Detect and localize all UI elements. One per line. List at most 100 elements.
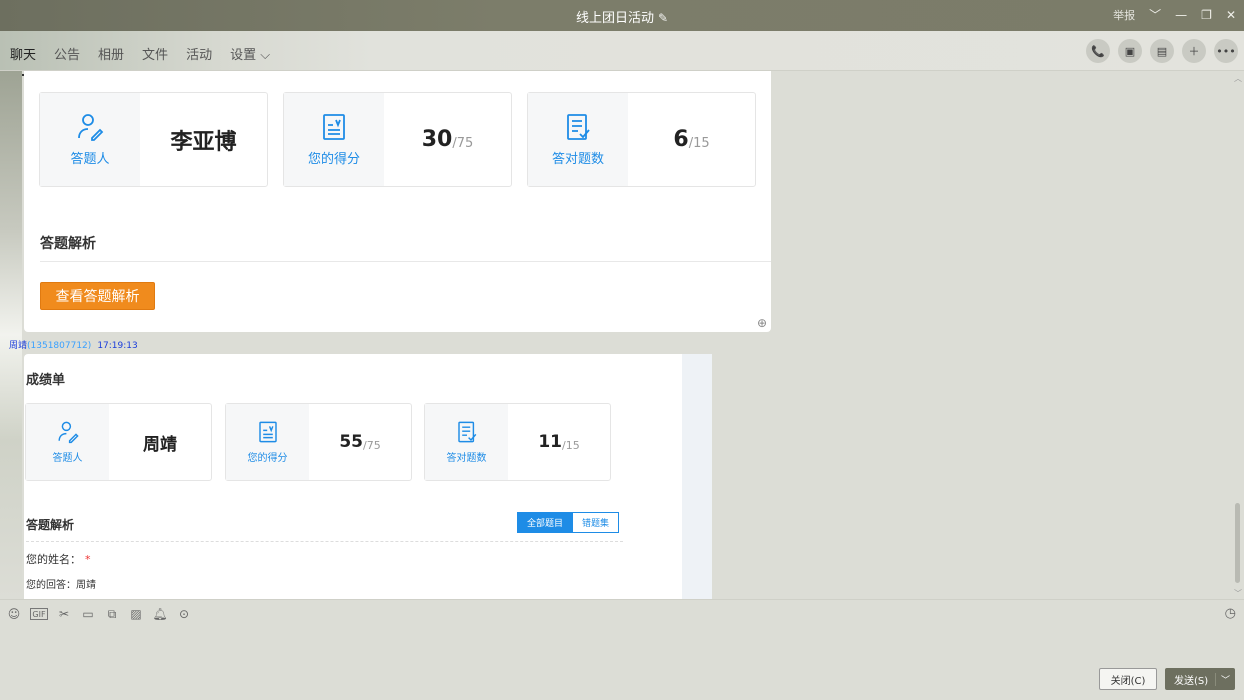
tab-announcement[interactable]: 公告 — [54, 44, 80, 69]
chevron-down-icon[interactable]: ﹀ — [1215, 672, 1235, 686]
stat-correct-label: 答对题数 — [551, 152, 604, 167]
chat-area[interactable]: 答题人 李亚博 您的得分 30/75 答对题数 6/15 答题解析 查看答题解析… — [0, 71, 1244, 599]
score-total: /75 — [452, 136, 474, 151]
sender-qq[interactable]: (1351807712) — [27, 341, 91, 351]
scroll-down-icon[interactable]: ﹀ — [1234, 588, 1242, 599]
stat-score: 您的得分 30/75 — [283, 92, 512, 187]
stat-score-2-label: 您的得分 — [247, 453, 288, 464]
section-divider — [40, 261, 771, 262]
stat-score-label: 您的得分 — [307, 152, 360, 167]
phone-icon[interactable]: 📞 — [1086, 39, 1110, 63]
report-card-message[interactable]: 成绩单 答题人 周靖 您的得分 55/75 答对题数 11/15 答题解析 全部… — [24, 354, 712, 599]
correct-total: /15 — [688, 136, 710, 151]
stat-correct-icon-box: 答对题数 — [528, 93, 628, 186]
correct-number-2: 11 — [538, 432, 562, 452]
score-total-2: /75 — [362, 438, 381, 452]
send-label[interactable]: 发送(S) — [1165, 672, 1215, 687]
chat-scrollbar[interactable]: ︿ ﹀ — [1234, 73, 1242, 598]
stat-score-2: 您的得分 55/75 — [225, 403, 412, 481]
pencil-icon[interactable]: ✎ — [658, 11, 668, 25]
wrong-questions-tab[interactable]: 错题集 — [573, 512, 620, 533]
score-number-2: 55 — [339, 432, 363, 452]
more-icon[interactable]: ••• — [1214, 39, 1238, 63]
stat-correct-2-icon-box: 答对题数 — [425, 404, 508, 480]
card-side-pane — [682, 354, 712, 599]
send-button[interactable]: 发送(S) ﹀ — [1165, 668, 1235, 690]
tab-activity[interactable]: 活动 — [186, 44, 212, 69]
zoom-in-icon[interactable]: ⊕ — [757, 316, 767, 330]
view-analysis-button[interactable]: 查看答题解析 — [40, 282, 155, 310]
question-text: 您的姓名： — [26, 553, 81, 566]
required-mark: * — [85, 553, 91, 566]
close-icon[interactable]: ✕ — [1226, 8, 1236, 22]
score-number: 30 — [421, 127, 453, 152]
window-title-wrap: 线上团日活动 ✎ — [0, 7, 1244, 26]
score-doc-icon — [258, 421, 277, 443]
stat-correct-2-label: 答对题数 — [446, 453, 487, 464]
restore-icon[interactable]: ❐ — [1201, 8, 1212, 22]
correct-value-2: 11/15 — [508, 404, 610, 480]
tab-files[interactable]: 文件 — [142, 44, 168, 69]
report-button[interactable]: 举报 — [1113, 7, 1135, 23]
window-controls: 举报 ﹀ — ❐ ✕ — [1113, 6, 1236, 23]
stat-respondent-2-label: 答题人 — [52, 453, 83, 464]
scroll-thumb[interactable] — [1235, 503, 1240, 583]
bell-icon[interactable]: 🔔︎ — [152, 606, 168, 622]
tab-settings[interactable]: 设置 ⌵ — [230, 44, 270, 69]
score-value-2: 55/75 — [309, 404, 411, 480]
score-value: 30/75 — [384, 93, 511, 186]
correct-total-2: /15 — [561, 438, 580, 452]
more-circle-icon[interactable]: ⊙ — [176, 606, 192, 622]
gif-icon[interactable]: GIF — [30, 608, 48, 620]
all-questions-tab[interactable]: 全部题目 — [517, 512, 574, 533]
image-icon[interactable]: ▨ — [128, 606, 144, 622]
tab-chat[interactable]: 聊天 — [5, 44, 41, 76]
correct-number: 6 — [673, 127, 689, 152]
answer-text: 您的回答：周靖 — [26, 580, 96, 591]
tab-album[interactable]: 相册 — [98, 44, 124, 69]
tab-bar: 聊天 公告 相册 文件 活动 设置 ⌵ — [5, 44, 288, 76]
correct-value: 6/15 — [628, 93, 755, 186]
video-icon[interactable]: ▣ — [1118, 39, 1142, 63]
title-bar: 线上团日活动 ✎ 举报 ﹀ — ❐ ✕ — [0, 0, 1244, 31]
question-label: 您的姓名： * — [26, 551, 91, 567]
user-edit-icon — [78, 114, 104, 141]
question-filter: 全部题目 错题集 — [517, 512, 620, 533]
minimize-icon[interactable]: — — [1175, 8, 1187, 22]
folder-icon[interactable]: ▭ — [80, 606, 96, 622]
sender-name[interactable]: 周靖 — [9, 341, 27, 351]
window-title: 线上团日活动 — [575, 11, 654, 26]
respondent-name: 李亚博 — [170, 129, 237, 155]
respondent-name-2: 周靖 — [143, 434, 177, 455]
input-toolbar: ☺ GIF ✂ ▭ ⧉ ▨ 🔔︎ ⊙ — [6, 606, 192, 622]
score-card-message[interactable]: 答题人 李亚博 您的得分 30/75 答对题数 6/15 答题解析 查看答题解析… — [24, 71, 771, 332]
emoji-icon[interactable]: ☺ — [6, 606, 22, 622]
stat-respondent-2-icon-box: 答题人 — [26, 404, 109, 480]
scissors-icon[interactable]: ✂ — [56, 606, 72, 622]
message-sender: 周靖(1351807712) 17:19:13 — [9, 338, 138, 351]
report-title: 成绩单 — [26, 373, 66, 388]
stat-respondent-label: 答题人 — [70, 152, 110, 167]
doc-icon[interactable]: ⧉ — [104, 606, 120, 622]
checklist-icon — [567, 114, 590, 140]
stat-score-icon-box: 您的得分 — [284, 93, 384, 186]
message-time: 17:19:13 — [97, 341, 138, 351]
chevron-down-icon[interactable]: ﹀ — [1149, 6, 1161, 23]
dashed-divider — [26, 541, 623, 542]
stat-correct: 答对题数 6/15 — [527, 92, 756, 187]
stat-respondent-2: 答题人 周靖 — [25, 403, 212, 481]
stat-correct-2: 答对题数 11/15 — [424, 403, 611, 481]
message-input-area[interactable]: ☺ GIF ✂ ▭ ⧉ ▨ 🔔︎ ⊙ ◷ — [0, 599, 1244, 700]
history-clock-icon[interactable]: ◷ — [1225, 606, 1236, 621]
close-button[interactable]: 关闭(C) — [1099, 668, 1157, 690]
analysis-title-2: 答题解析 — [26, 518, 75, 532]
toolbar: 聊天 公告 相册 文件 活动 设置 ⌵ 📞 ▣ ▤ ＋ ••• — [0, 31, 1244, 76]
scroll-up-icon[interactable]: ︿ — [1234, 73, 1242, 84]
stat-respondent: 答题人 李亚博 — [39, 92, 268, 187]
background-decoration — [0, 71, 22, 599]
checklist-icon — [457, 421, 476, 443]
score-doc-icon — [323, 114, 345, 140]
stat-score-2-icon-box: 您的得分 — [226, 404, 309, 480]
add-icon[interactable]: ＋ — [1182, 39, 1206, 63]
screen-share-icon[interactable]: ▤ — [1150, 39, 1174, 63]
